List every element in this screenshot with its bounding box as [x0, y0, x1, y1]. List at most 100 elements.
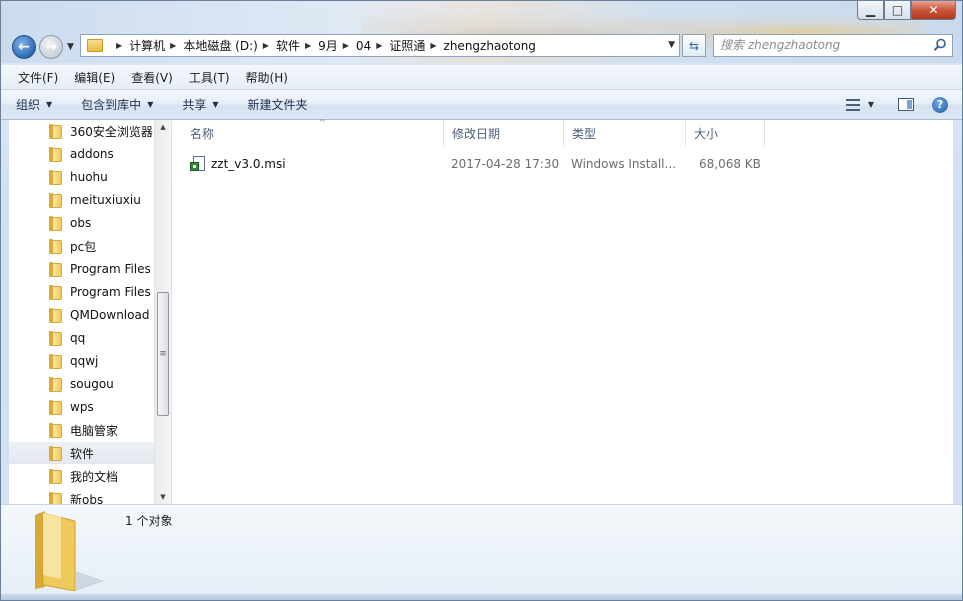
scroll-down-icon[interactable]: ▼ — [155, 493, 171, 501]
sidebar-item[interactable]: 电脑管家 — [9, 419, 154, 441]
share-button[interactable]: 共享 ▼ — [182, 96, 218, 113]
sidebar-item[interactable]: 我的文档 — [9, 465, 154, 487]
sidebar-item[interactable]: meituxiuxiu — [9, 189, 154, 211]
breadcrumb-item[interactable]: ▶ zhengzhaotong — [425, 39, 536, 53]
sidebar-item[interactable]: Program Files — [9, 281, 154, 303]
refresh-button[interactable]: ⇆ — [682, 34, 706, 57]
view-options-dropdown-icon[interactable]: ▼ — [868, 100, 874, 109]
address-bar[interactable]: ▶ 计算机 ▶ 本地磁盘 (D:) ▶ 软件 ▶ 9月 ▶ 04 ▶ 证照通 ▶ zhengzhaoton… — [80, 34, 680, 57]
menu-edit[interactable]: 编辑(E) — [66, 69, 123, 86]
menu-bar: 文件(F) 编辑(E) 查看(V) 工具(T) 帮助(H) — [1, 65, 962, 90]
breadcrumb-item[interactable]: ▶ 本地磁盘 (D:) — [165, 37, 258, 54]
details-pane: 1 个对象 — [1, 504, 962, 595]
chevron-right-icon[interactable]: ▶ — [263, 41, 269, 50]
menu-file[interactable]: 文件(F) — [1, 69, 66, 86]
folder-icon — [49, 123, 63, 139]
sidebar-item[interactable]: huohu — [9, 166, 154, 188]
sidebar-item-label: sougou — [70, 377, 114, 391]
sidebar-item[interactable]: addons — [9, 143, 154, 165]
sidebar-item[interactable]: 360安全浏览器 — [9, 120, 154, 142]
file-name: zzt_v3.0.msi — [211, 157, 286, 171]
breadcrumb-label: 计算机 — [129, 39, 166, 53]
sidebar-item-label: 新obs — [70, 492, 104, 505]
back-button[interactable]: ← — [12, 35, 36, 59]
scroll-up-icon[interactable]: ▲ — [155, 123, 171, 131]
window-controls: ▁ □ ✕ — [857, 1, 956, 20]
file-modified: 2017-04-28 17:30 — [451, 157, 560, 171]
explorer-window: ▁ □ ✕ ← → ▼ ▶ 计算机 ▶ 本地磁盘 (D:) ▶ 软件 ▶ 9月 ▶ 04 ▶ 证照通 ▶… — [0, 0, 963, 601]
folder-icon — [49, 422, 63, 438]
folder-icon — [49, 376, 63, 392]
chevron-right-icon[interactable]: ▶ — [116, 41, 122, 50]
sidebar-item[interactable]: qqwj — [9, 350, 154, 372]
sidebar-item[interactable]: pc包 — [9, 235, 154, 257]
scroll-thumb[interactable]: ≡ — [157, 292, 169, 416]
column-type[interactable]: 类型 — [564, 120, 686, 146]
sidebar-item-label: 电脑管家 — [70, 423, 119, 438]
chevron-right-icon[interactable]: ▶ — [376, 41, 382, 50]
arrow-right-icon: → — [45, 39, 57, 55]
sidebar-item[interactable]: Program Files — [9, 258, 154, 280]
minimize-button[interactable]: ▁ — [857, 1, 884, 20]
chevron-right-icon[interactable]: ▶ — [430, 41, 436, 50]
breadcrumb-label: 04 — [355, 38, 372, 53]
folder-icon — [49, 399, 63, 415]
close-button[interactable]: ✕ — [911, 1, 956, 20]
search-box[interactable] — [713, 34, 953, 57]
sidebar-item[interactable]: 新obs — [9, 488, 154, 504]
sidebar-item-label: huohu — [70, 170, 108, 184]
folder-icon — [87, 39, 103, 52]
search-icon[interactable] — [933, 38, 947, 52]
breadcrumb-item[interactable]: ▶ 证照通 — [371, 37, 425, 54]
organize-button[interactable]: 组织 ▼ — [16, 96, 52, 113]
folder-icon — [49, 192, 63, 208]
item-count: 1 个对象 — [125, 514, 173, 528]
sidebar-item[interactable]: 软件 — [9, 442, 154, 464]
chevron-right-icon[interactable]: ▶ — [305, 41, 311, 50]
chevron-right-icon[interactable]: ▶ — [343, 41, 349, 50]
column-size[interactable]: 大小 — [686, 120, 765, 146]
nav-scrollbar[interactable]: ▲ ≡ ▼ — [154, 120, 171, 504]
title-bar: ▁ □ ✕ ← → ▼ ▶ 计算机 ▶ 本地磁盘 (D:) ▶ 软件 ▶ 9月 ▶ 04 ▶ 证照通 ▶… — [1, 1, 962, 63]
include-library-label: 包含到库中 — [81, 98, 142, 112]
breadcrumb-item[interactable]: ▶ 04 — [338, 39, 371, 53]
folder-icon — [49, 261, 63, 277]
menu-tools[interactable]: 工具(T) — [181, 69, 238, 86]
sidebar-item-label: Program Files — [70, 285, 151, 299]
sidebar-item[interactable]: sougou — [9, 373, 154, 395]
column-name[interactable]: 名称 ^ — [182, 118, 444, 146]
recent-pages-dropdown[interactable]: ▼ — [67, 42, 74, 52]
column-modified[interactable]: 修改日期 — [444, 120, 564, 146]
folder-icon — [49, 284, 63, 300]
sidebar-item[interactable]: qq — [9, 327, 154, 349]
breadcrumb-item[interactable]: ▶ 计算机 — [111, 37, 165, 54]
file-size: 68,068 KB — [699, 157, 761, 171]
sidebar-item-label: Program Files — [70, 262, 151, 276]
sort-arrow-icon: ^ — [319, 118, 326, 127]
breadcrumb-item[interactable]: ▶ 软件 — [258, 37, 300, 54]
share-label: 共享 — [182, 98, 207, 112]
sidebar-item[interactable]: obs — [9, 212, 154, 234]
new-folder-button[interactable]: 新建文件夹 — [248, 96, 308, 113]
sidebar-item[interactable]: wps — [9, 396, 154, 418]
include-library-button[interactable]: 包含到库中 ▼ — [81, 96, 153, 113]
search-input[interactable] — [720, 37, 930, 53]
chevron-down-icon: ▼ — [212, 100, 219, 109]
sidebar-item-label: addons — [70, 147, 114, 161]
sidebar-item-label: 软件 — [70, 446, 95, 461]
chevron-right-icon[interactable]: ▶ — [170, 41, 176, 50]
address-dropdown-icon[interactable]: ▼ — [668, 40, 675, 50]
forward-button[interactable]: → — [39, 35, 63, 59]
arrow-left-icon: ← — [18, 39, 30, 55]
menu-help[interactable]: 帮助(H) — [238, 69, 296, 86]
breadcrumb-item[interactable]: ▶ 9月 — [300, 37, 338, 54]
menu-view[interactable]: 查看(V) — [123, 69, 181, 86]
table-row[interactable]: zzt_v3.0.msi 2017-04-28 17:30 Windows In… — [180, 153, 950, 175]
view-details-icon[interactable] — [845, 98, 860, 111]
breadcrumb-label: 9月 — [318, 39, 338, 53]
preview-pane-icon[interactable] — [898, 98, 914, 111]
sidebar-item[interactable]: QMDownload — [9, 304, 154, 326]
help-icon[interactable]: ? — [932, 96, 948, 113]
column-name-label: 名称 — [190, 126, 215, 141]
maximize-button[interactable]: □ — [884, 1, 911, 20]
